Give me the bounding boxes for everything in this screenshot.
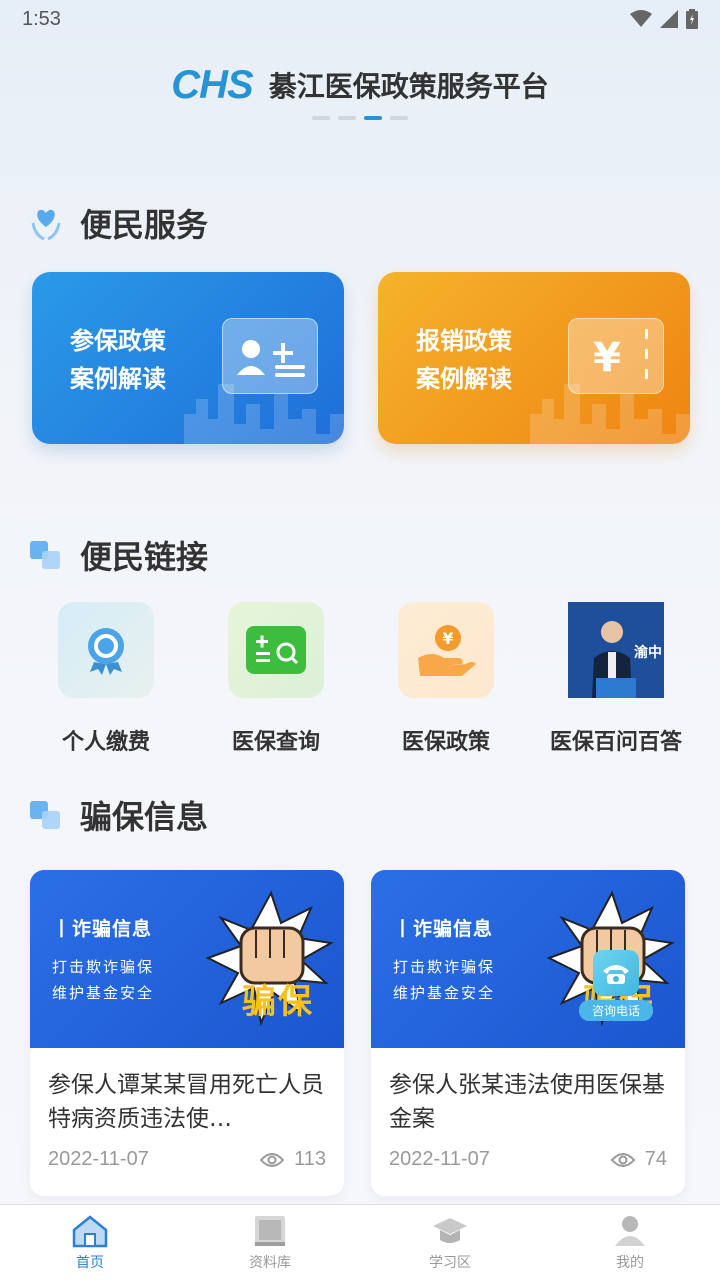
fraud-cover-sub2: 维护基金安全 [393,984,496,1002]
view-count-value: 113 [294,1148,326,1170]
carousel-dot-active [364,116,382,120]
card-line2: 案例解读 [416,365,512,393]
tab-profile[interactable]: 我的 [540,1205,720,1280]
fraud-cover-head: 丨诈骗信息 [52,918,153,940]
carousel-dot [338,116,356,120]
banner-title: 綦江医保政策服务平台 [268,70,549,103]
link-insurance-query[interactable]: 医保查询 [206,602,346,756]
section-title-links: 便民链接 [80,538,209,576]
tab-library[interactable]: 资料库 [180,1205,360,1280]
phone-icon [593,950,639,996]
home-icon [72,1214,108,1247]
fraud-date: 2022-11-07 [48,1148,149,1170]
fraud-cover-image: 丨诈骗信息 打击欺诈骗保 维护基金安全 骗保 咨询电话 [371,870,685,1048]
fraud-stamp: 骗保 [242,982,314,1022]
status-icons [630,9,698,29]
section-fraud: 骗保信息 [30,792,208,838]
squares-icon [30,541,60,569]
tab-label: 资料库 [249,1254,291,1271]
search-card-icon [228,602,324,698]
fraud-meta: 2022-11-07 74 [389,1148,667,1171]
tab-label: 我的 [616,1254,644,1271]
carousel-dots [312,116,408,120]
bottom-tab-bar: 首页 资料库 学习区 我的 [0,1204,720,1280]
tab-label: 首页 [76,1254,104,1271]
chs-logo: CHS [171,62,253,107]
hand-yuan-icon: ¥ [398,602,494,698]
book-icon [255,1215,285,1246]
reimbursement-policy-card[interactable]: 报销政策 案例解读 ¥ [378,272,690,444]
status-time: 1:53 [22,7,61,30]
tab-label: 学习区 [429,1254,471,1271]
card-line2: 案例解读 [70,365,166,393]
tab-home[interactable]: 首页 [0,1205,180,1280]
view-count-value: 74 [644,1148,667,1170]
link-label: 医保政策 [401,730,490,755]
link-label: 个人缴费 [61,730,150,755]
tab-study[interactable]: 学习区 [360,1205,540,1280]
view-count: 74 [610,1148,667,1171]
banner[interactable]: CHS 綦江医保政策服务平台 [0,60,720,110]
carousel-dot [312,116,330,120]
svg-text:¥: ¥ [593,335,621,381]
fraud-title: 参保人谭某某冒用死亡人员特病资质违法使… [48,1072,324,1132]
user-icon [615,1215,645,1246]
consult-label: 咨询电话 [579,1000,653,1021]
svg-text:¥: ¥ [442,629,453,648]
fraud-cover-sub1: 打击欺诈骗保 [52,958,155,976]
heart-hand-icon [31,209,61,241]
fraud-meta: 2022-11-07 113 [48,1148,326,1171]
reimbursement-policy-text: 报销政策 案例解读 [416,322,512,398]
fraud-cover-sub2: 维护基金安全 [52,984,155,1002]
fraud-cover-sub1: 打击欺诈骗保 [393,958,496,976]
card-line1: 报销政策 [416,327,512,355]
section-title-services: 便民服务 [80,206,209,244]
fraud-title: 参保人张某违法使用医保基金案 [389,1072,665,1132]
section-links: 便民链接 [30,532,208,578]
insured-policy-card[interactable]: 参保政策 案例解读 [32,272,344,444]
eye-icon [260,1152,285,1167]
status-bar: 1:53 [0,0,720,38]
consult-phone-button[interactable]: 咨询电话 [579,950,653,1024]
badge-icon [58,602,154,698]
link-personal-payment[interactable]: 个人缴费 [36,602,176,756]
video-thumbnail: 渝中 [568,602,664,698]
id-card-icon [222,318,318,394]
thumbnail-text: 渝中 [634,645,662,661]
carousel-dot [390,116,408,120]
fraud-card[interactable]: 丨诈骗信息 打击欺诈骗保 维护基金安全 骗保 咨询电话 参保人张某违法使用医保基… [371,870,685,1196]
fraud-cover-head: 丨诈骗信息 [393,918,494,940]
link-faq[interactable]: 渝中 医保百问百答 [546,602,686,756]
card-line1: 参保政策 [70,327,166,355]
section-services: 便民服务 [30,200,208,246]
fraud-cover-image: 丨诈骗信息 打击欺诈骗保 维护基金安全 骗保 [30,870,344,1048]
signal-icon [660,10,678,28]
eye-icon [610,1152,635,1167]
yuan-ticket-icon: ¥ [568,318,664,394]
wifi-icon [630,10,652,27]
section-title-fraud: 骗保信息 [80,798,209,836]
battery-icon [686,9,698,29]
fraud-date: 2022-11-07 [389,1148,490,1170]
link-insurance-policy[interactable]: ¥ 医保政策 [376,602,516,756]
view-count: 113 [260,1148,326,1171]
fraud-card[interactable]: 丨诈骗信息 打击欺诈骗保 维护基金安全 骗保 参保人谭某某冒用死亡人员特病资质违… [30,870,344,1196]
link-label: 医保百问百答 [549,730,682,755]
squares-icon [30,801,60,829]
graduation-cap-icon [433,1217,467,1243]
link-label: 医保查询 [231,730,320,755]
insured-policy-text: 参保政策 案例解读 [70,322,166,398]
